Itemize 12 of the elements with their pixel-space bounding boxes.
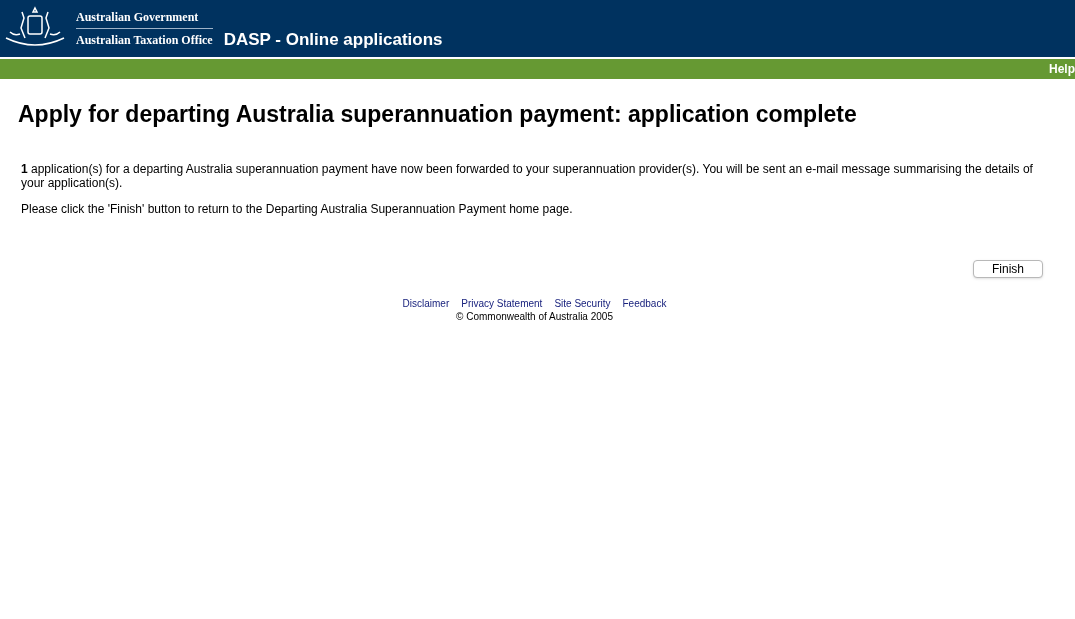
message-text: 1 application(s) for a departing Australia superannuation payment have now been forwarded to your superannuation provider(s). You will be sent an e-mail message summarising the details of your application(s). bbox=[21, 161, 1034, 190]
footer-link[interactable]: Feedback bbox=[622, 295, 667, 311]
app-title: DASP - Online applications bbox=[223, 28, 443, 51]
copyright-text: © Commonwealth of Australia 2005 bbox=[456, 310, 613, 322]
agency-name: Australian Government bbox=[76, 9, 213, 29]
page-title: Apply for departing Australia superannuation payment: application complete bbox=[18, 100, 858, 129]
footer-link[interactable]: Disclaimer bbox=[402, 295, 450, 311]
footer-link[interactable]: Site Security bbox=[554, 295, 611, 311]
message-text: Please click the 'Finish' button to return to the Departing Australia Superannuation Payment home page. bbox=[21, 201, 574, 216]
footer-link[interactable]: Privacy Statement bbox=[461, 295, 543, 311]
agency-name: Australian Taxation Office bbox=[76, 32, 213, 48]
finish-button[interactable]: Finish bbox=[973, 259, 1043, 278]
